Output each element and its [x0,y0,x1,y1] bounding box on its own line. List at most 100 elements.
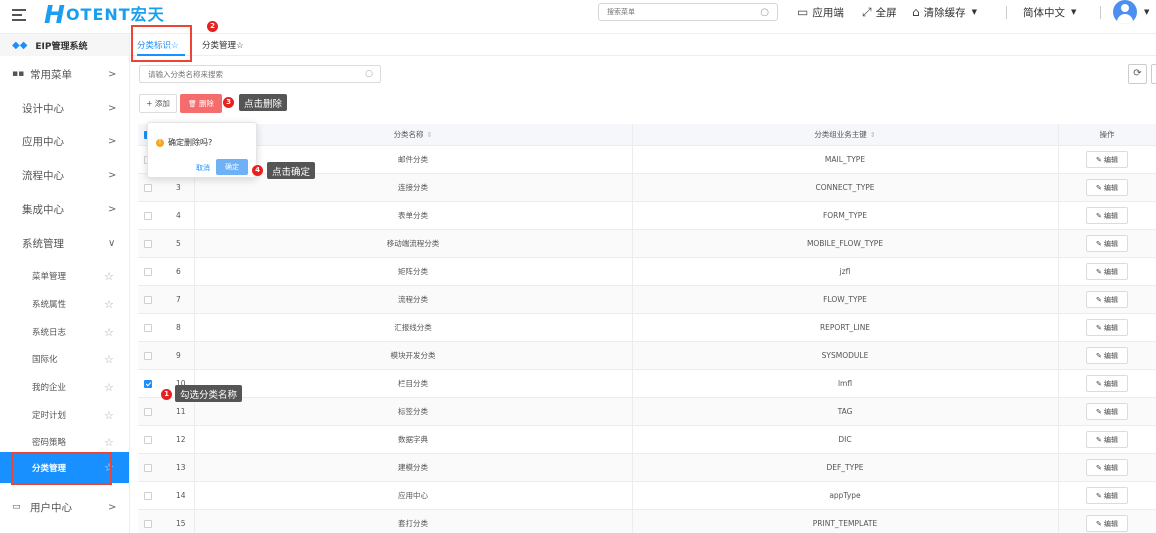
table-row: 4 表单分类 FORM_TYPE ✎ 编辑 [138,202,1156,230]
edit-button[interactable]: ✎ 编辑 [1086,291,1128,308]
cancel-button[interactable]: 取消 [192,160,214,175]
row-category-name: 汇报线分类 [394,323,432,332]
row-checkbox[interactable] [144,183,152,192]
column-settings-button[interactable] [1151,64,1156,84]
menu-search-input[interactable] [607,4,757,20]
sidebar-item-system-properties[interactable]: 系统属性 ☆ [0,293,129,315]
chevron-right-icon: > [108,501,117,513]
sidebar-item-design-center[interactable]: 设计中心 > [0,96,129,120]
sidebar-item-label: 系统属性 [32,300,67,310]
sidebar-item-i18n[interactable]: 国际化 ☆ [0,348,129,370]
edit-button[interactable]: ✎ 编辑 [1086,319,1128,336]
star-icon[interactable]: ☆ [104,381,114,394]
logo-mark: H [44,0,65,29]
row-category-key: CONNECT_TYPE [815,183,875,192]
row-checkbox[interactable] [144,239,152,248]
tab-category-management[interactable]: 分类管理☆ [202,39,244,51]
edit-button[interactable]: ✎ 编辑 [1086,375,1128,392]
sidebar-item-app-center[interactable]: 应用中心 > [0,129,129,153]
star-icon[interactable]: ☆ [104,270,114,283]
edit-button[interactable]: ✎ 编辑 [1086,151,1128,168]
sidebar-item-system-management[interactable]: 系统管理 ∨ [0,231,129,255]
row-index: 15 [176,519,186,528]
annotation-highlight-sidebar [11,452,112,485]
edit-button[interactable]: ✎ 编辑 [1086,263,1128,280]
sort-icon[interactable]: ⇕ [870,131,876,139]
delete-button[interactable]: 🗑 删除 [180,94,222,113]
menu-toggle-icon[interactable] [12,9,26,21]
step-callout: 点击删除 [239,94,288,111]
search-icon[interactable]: ○ [760,7,769,18]
row-category-key: FLOW_TYPE [823,295,867,304]
edit-button[interactable]: ✎ 编辑 [1086,347,1128,364]
row-checkbox[interactable] [144,351,152,360]
menu-search[interactable]: ○ [598,3,778,21]
chevron-right-icon: > [108,135,117,147]
row-category-name: 模块开发分类 [390,351,436,360]
row-checkbox[interactable] [144,323,152,332]
clear-cache-icon: ⌂ [912,5,920,19]
edit-button[interactable]: ✎ 编辑 [1086,487,1128,504]
trash-icon: 🗑 [188,99,197,108]
edit-button[interactable]: ✎ 编辑 [1086,179,1128,196]
app-end-button[interactable]: ▭ 应用端 [797,4,844,20]
row-category-key: FORM_TYPE [822,211,868,220]
row-action-cell: ✎ 编辑 [1058,370,1156,397]
star-icon[interactable]: ☆ [104,326,114,339]
sort-icon[interactable]: ⇕ [427,131,433,139]
table-row: 15 套打分类 PRINT_TEMPLATE ✎ 编辑 [138,510,1156,533]
fullscreen-button[interactable]: ⤢ 全屏 [862,4,897,20]
row-checkbox[interactable] [144,463,152,472]
add-button[interactable]: + 添加 [139,94,177,113]
column-header-name[interactable]: 分类名称 ⇕ [194,124,632,145]
sidebar-item-password-policy[interactable]: 密码策略 ☆ [0,431,129,453]
category-search[interactable]: ○ [139,65,381,83]
row-select-cell [138,286,158,313]
fullscreen-icon: ⤢ [862,4,872,19]
divider [1100,6,1101,19]
row-category-key: PRINT_TEMPLATE [812,519,878,528]
category-search-input[interactable] [148,66,358,82]
sidebar-item-user-center[interactable]: ▭ 用户中心 > [0,495,129,519]
row-index: 13 [176,463,186,472]
star-icon[interactable]: ☆ [104,436,114,449]
row-checkbox[interactable] [144,407,152,416]
sidebar-item-system-log[interactable]: 系统日志 ☆ [0,321,129,343]
table-row: 11 标签分类 TAG ✎ 编辑 [138,398,1156,426]
sidebar-item-integration-center[interactable]: 集成中心 > [0,197,129,221]
logo-text: OTENT宏天 [65,5,165,24]
row-checkbox[interactable] [144,295,152,304]
confirm-button[interactable]: 确定 [216,159,248,175]
edit-button[interactable]: ✎ 编辑 [1086,459,1128,476]
sidebar-item-common-menu[interactable]: ▪▪ 常用菜单 > [0,62,129,86]
sidebar-item-scheduled-plan[interactable]: 定时计划 ☆ [0,404,129,426]
clear-cache-button[interactable]: ⌂ 清除缓存 ▼ [912,4,977,20]
star-icon[interactable]: ☆ [104,353,114,366]
step-marker: 1 [161,389,172,400]
row-checkbox[interactable] [144,491,152,500]
sidebar-item-label: 常用菜单 [30,68,72,81]
search-icon[interactable]: ○ [365,69,373,79]
user-avatar[interactable] [1113,0,1137,24]
edit-button[interactable]: ✎ 编辑 [1086,403,1128,420]
sidebar-item-flow-center[interactable]: 流程中心 > [0,163,129,187]
edit-button[interactable]: ✎ 编辑 [1086,431,1128,448]
edit-button[interactable]: ✎ 编辑 [1086,515,1128,532]
sidebar-item-my-enterprise[interactable]: 我的企业 ☆ [0,376,129,398]
star-icon[interactable]: ☆ [104,298,114,311]
row-checkbox[interactable] [144,435,152,444]
row-checkbox[interactable] [144,379,152,388]
row-checkbox[interactable] [144,211,152,220]
edit-button[interactable]: ✎ 编辑 [1086,207,1128,224]
edit-button[interactable]: ✎ 编辑 [1086,235,1128,252]
system-switcher[interactable]: ◆◆ EIP管理系统 [0,34,129,56]
row-checkbox[interactable] [144,519,152,528]
language-select[interactable]: 简体中文 ▼ [1023,4,1076,20]
chevron-down-icon[interactable]: ▼ [1144,8,1149,16]
row-checkbox[interactable] [144,267,152,276]
star-icon[interactable]: ☆ [104,409,114,422]
row-category-key: appType [829,491,861,500]
column-header-key[interactable]: 分类组业务主键 ⇕ [632,124,1058,145]
refresh-button[interactable]: ⟳ [1128,64,1147,84]
sidebar-item-menu-management[interactable]: 菜单管理 ☆ [0,265,129,287]
